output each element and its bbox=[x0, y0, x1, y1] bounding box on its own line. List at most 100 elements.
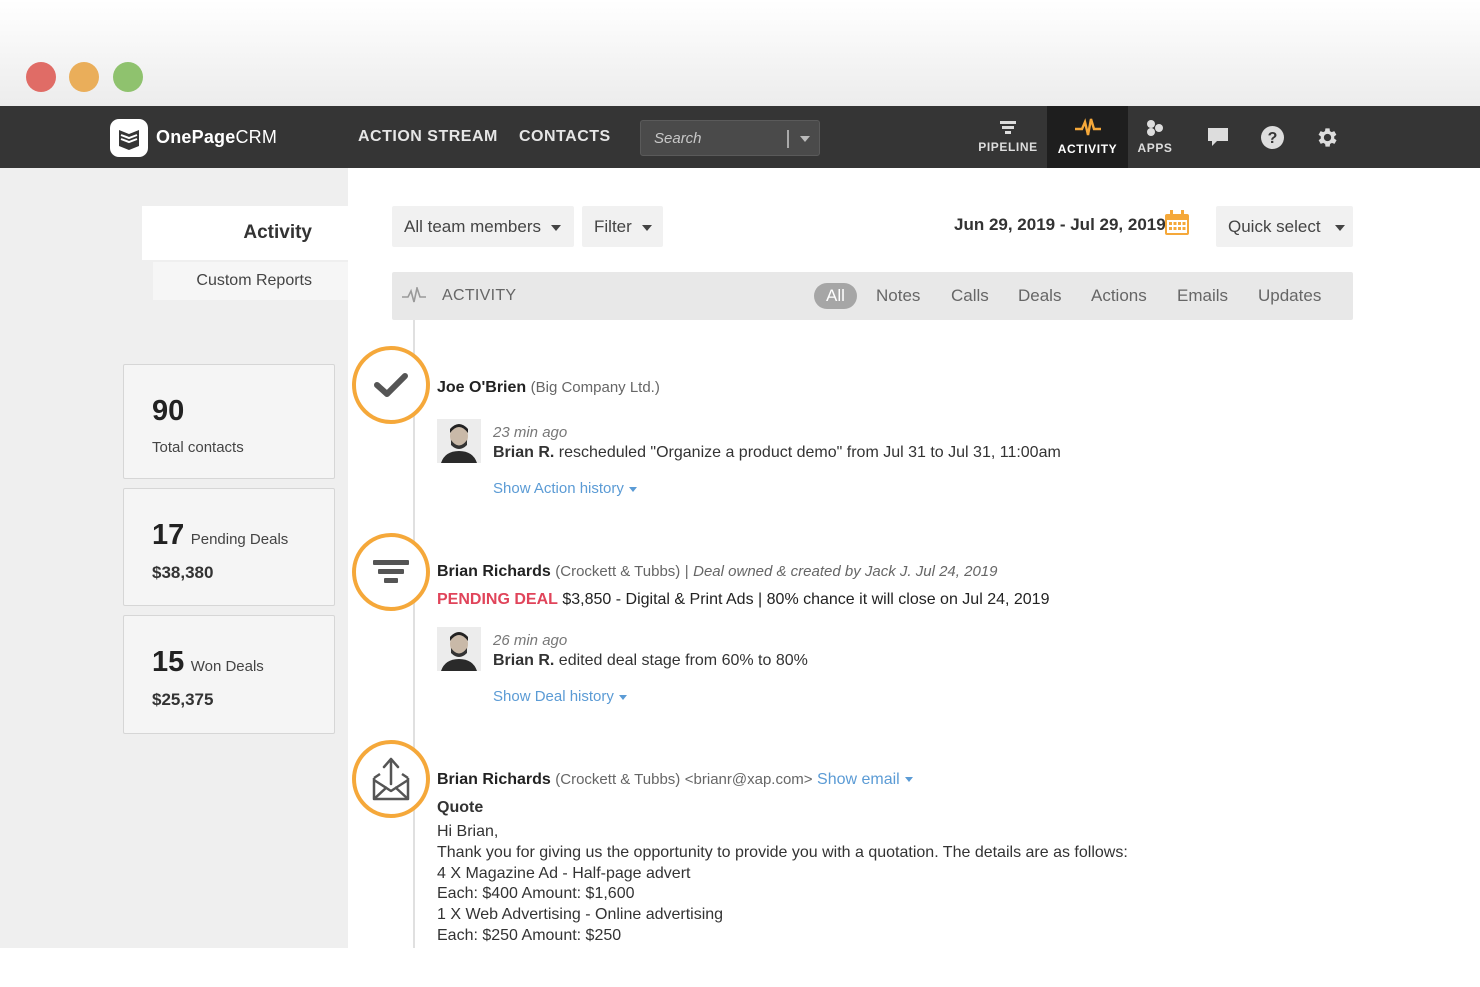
email-line: 1 X Web Advertising - Online advertising bbox=[437, 906, 724, 924]
pipeline-funnel-icon bbox=[373, 560, 409, 583]
filter-tab-notes[interactable]: Notes bbox=[876, 286, 920, 306]
tab-apps-label: APPS bbox=[1137, 141, 1173, 155]
deal-chance: 80% chance it will close on Jul 24, 2019 bbox=[766, 591, 1050, 608]
activity-description: Brian R. edited deal stage from 60% to 8… bbox=[493, 652, 808, 670]
user-name: Brian R. bbox=[493, 652, 555, 669]
date-range[interactable]: Jun 29, 2019 - Jul 29, 2019 bbox=[954, 215, 1166, 235]
chevron-down-icon bbox=[1334, 224, 1345, 231]
stat-amount: $25,375 bbox=[152, 690, 214, 709]
activity-filter-bar: ACTIVITY All Notes Calls Deals Actions E… bbox=[392, 272, 1353, 320]
deal-summary: PENDING DEAL $3,850 - Digital & Print Ad… bbox=[437, 591, 1049, 609]
email-line: Each: $400 Amount: $1,600 bbox=[437, 885, 635, 903]
company-name: (Crockett & Tubbs) bbox=[555, 771, 681, 788]
stat-label: Pending Deals bbox=[190, 531, 289, 548]
close-window-button[interactable] bbox=[26, 62, 56, 92]
filter-dropdown[interactable]: Filter bbox=[582, 206, 663, 247]
chevron-down-icon bbox=[641, 224, 652, 231]
stat-label: Total contacts bbox=[152, 439, 244, 456]
stat-label: Won Deals bbox=[190, 658, 264, 675]
email-line: Hi Brian, bbox=[437, 823, 499, 840]
left-sidebar: Activity Custom Reports 90 Total contact… bbox=[0, 168, 348, 948]
sidebar-tab-custom-reports[interactable]: Custom Reports bbox=[153, 262, 348, 300]
chat-icon[interactable] bbox=[1206, 125, 1230, 149]
tab-apps[interactable]: APPS bbox=[1130, 106, 1180, 168]
chevron-down-icon bbox=[628, 486, 637, 492]
quick-select-label: Quick select bbox=[1228, 216, 1321, 236]
filter-label: Filter bbox=[594, 216, 632, 236]
activity-text: rescheduled "Organize a product demo" fr… bbox=[558, 444, 1061, 461]
action-entry-header: Joe O'Brien (Big Company Ltd.) bbox=[437, 379, 660, 397]
top-navigation-bar: OnePageCRM ACTION STREAM CONTACTS PIPELI… bbox=[0, 106, 1480, 168]
search-box[interactable] bbox=[640, 120, 820, 156]
company-name: (Big Company Ltd.) bbox=[530, 379, 660, 396]
stat-amount: $38,380 bbox=[152, 563, 214, 582]
apps-icon bbox=[1147, 120, 1163, 136]
show-email-link[interactable]: Show email bbox=[817, 771, 913, 788]
stat-value: 17 bbox=[152, 519, 185, 551]
contact-name-link[interactable]: Brian Richards bbox=[437, 771, 551, 788]
minimize-window-button[interactable] bbox=[69, 62, 99, 92]
filter-tab-all[interactable]: All bbox=[814, 283, 857, 309]
activity-timestamp: 23 min ago bbox=[493, 424, 568, 441]
stat-value: 15 bbox=[152, 646, 185, 678]
deal-details[interactable]: $3,850 - Digital & Print Ads bbox=[562, 591, 753, 608]
email-body: Quote Hi Brian, Thank you for giving us … bbox=[437, 798, 1128, 947]
filter-tab-updates[interactable]: Updates bbox=[1258, 286, 1321, 306]
team-members-label: All team members bbox=[404, 216, 541, 236]
filter-tab-emails[interactable]: Emails bbox=[1177, 286, 1228, 306]
email-line: Each: $250 Amount: $250 bbox=[437, 926, 622, 944]
deal-entry-badge bbox=[352, 533, 430, 611]
user-avatar-icon bbox=[437, 627, 481, 671]
chevron-down-icon bbox=[550, 224, 561, 231]
show-action-history-link[interactable]: Show Action history bbox=[493, 480, 637, 497]
email-subject: Quote bbox=[437, 799, 484, 816]
checkmark-icon bbox=[374, 373, 408, 397]
avatar bbox=[437, 627, 481, 671]
nav-contacts[interactable]: CONTACTS bbox=[519, 128, 611, 146]
sidebar-tab-activity[interactable]: Activity bbox=[142, 206, 348, 260]
deal-entry-header: Brian Richards (Crockett & Tubbs) | Deal… bbox=[437, 563, 997, 581]
team-members-dropdown[interactable]: All team members bbox=[392, 206, 574, 247]
activity-pulse-icon bbox=[402, 287, 426, 303]
tab-pipeline[interactable]: PIPELINE bbox=[970, 106, 1046, 168]
deal-owner: Deal owned & created by Jack J. Jul 24, … bbox=[693, 563, 998, 580]
help-icon[interactable]: ? bbox=[1260, 125, 1285, 150]
avatar bbox=[437, 419, 481, 463]
stat-total-contacts: 90 Total contacts bbox=[123, 364, 335, 479]
logo-text: OnePageCRM bbox=[156, 127, 278, 147]
separator: | bbox=[684, 563, 689, 580]
search-dropdown-icon[interactable] bbox=[800, 136, 810, 142]
filter-tab-actions[interactable]: Actions bbox=[1091, 286, 1147, 306]
quick-select-dropdown[interactable]: Quick select bbox=[1216, 206, 1353, 247]
window-titlebar bbox=[0, 0, 1480, 106]
deal-status-badge: PENDING DEAL bbox=[437, 591, 558, 608]
tab-activity[interactable]: ACTIVITY bbox=[1047, 106, 1128, 168]
email-line: 4 X Magazine Ad - Half-page advert bbox=[437, 864, 691, 882]
search-input[interactable] bbox=[641, 121, 781, 155]
activity-bar-title: ACTIVITY bbox=[442, 287, 517, 304]
filter-tab-calls[interactable]: Calls bbox=[951, 286, 989, 306]
chevron-down-icon bbox=[904, 777, 913, 783]
email-sent-icon bbox=[372, 757, 410, 801]
filter-tab-deals[interactable]: Deals bbox=[1018, 286, 1061, 306]
maximize-window-button[interactable] bbox=[113, 62, 143, 92]
gear-icon[interactable] bbox=[1315, 125, 1340, 150]
logo-icon bbox=[110, 118, 148, 157]
tab-activity-label: ACTIVITY bbox=[1057, 142, 1118, 156]
search-divider bbox=[787, 130, 789, 148]
contact-name-link[interactable]: Brian Richards bbox=[437, 563, 551, 580]
activity-text: edited deal stage from 60% to 80% bbox=[558, 652, 808, 669]
separator: | bbox=[758, 591, 763, 608]
company-name: (Crockett & Tubbs) bbox=[555, 563, 681, 580]
app-logo[interactable]: OnePageCRM bbox=[110, 118, 278, 157]
email-entry-header: Brian Richards (Crockett & Tubbs) <brian… bbox=[437, 771, 913, 789]
stat-pending-deals: 17 Pending Deals $38,380 bbox=[123, 488, 335, 606]
contact-name-link[interactable]: Joe O'Brien bbox=[437, 379, 526, 396]
user-name: Brian R. bbox=[493, 444, 555, 461]
nav-action-stream[interactable]: ACTION STREAM bbox=[358, 128, 498, 146]
email-line: Thank you for giving us the opportunity … bbox=[437, 843, 1128, 861]
show-deal-history-link[interactable]: Show Deal history bbox=[493, 688, 627, 705]
activity-description: Brian R. rescheduled "Organize a product… bbox=[493, 444, 1061, 462]
tab-pipeline-label: PIPELINE bbox=[978, 140, 1038, 154]
calendar-icon[interactable] bbox=[1164, 210, 1190, 236]
